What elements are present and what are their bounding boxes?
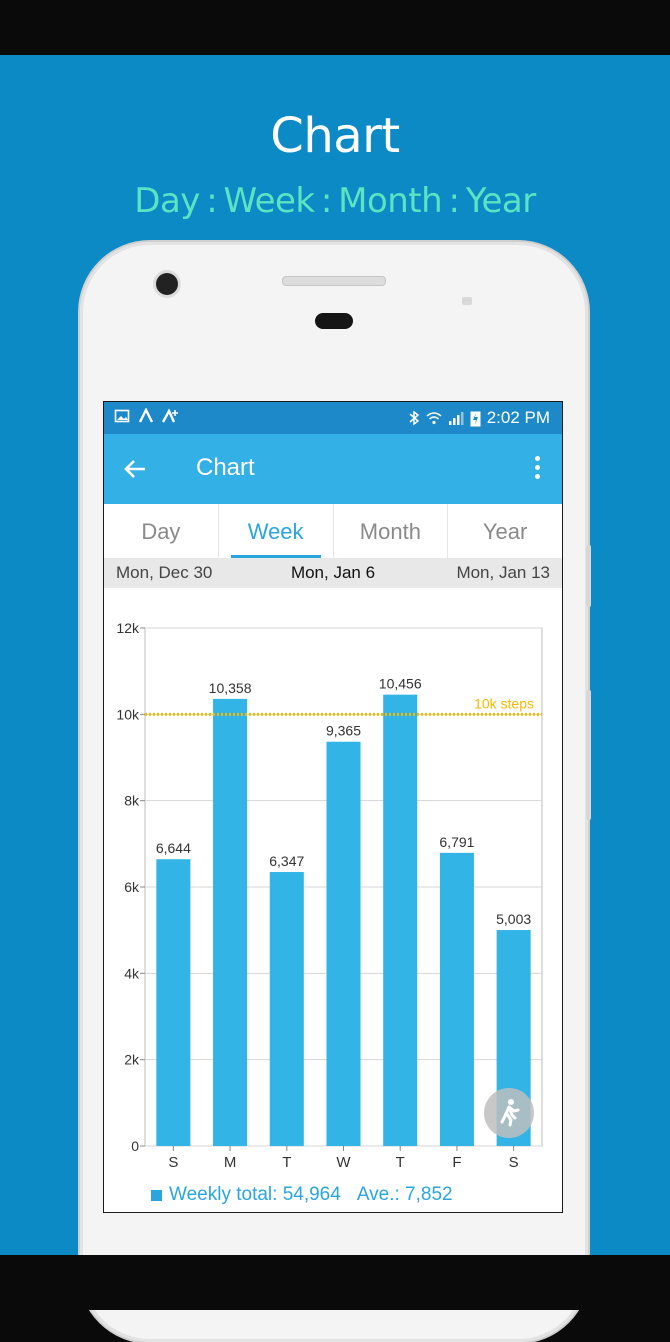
- notification-a-plus-icon: [162, 408, 178, 423]
- earpiece-speaker: [282, 276, 386, 286]
- proximity-sensor: [315, 313, 353, 329]
- app-bar-title: Chart: [196, 454, 255, 481]
- bar-value-label: 5,003: [496, 911, 531, 927]
- walking-person-icon[interactable]: [484, 1088, 534, 1138]
- status-bar: 2:02 PM: [104, 402, 562, 434]
- phone-side-button: [586, 545, 591, 607]
- bar: [213, 698, 248, 1146]
- next-week-link[interactable]: Mon, Jan 13: [456, 563, 550, 583]
- legend-swatch: [151, 1189, 162, 1201]
- y-tick-label: 0: [131, 1138, 139, 1154]
- status-time: 2:02 PM: [486, 408, 550, 427]
- x-tick-label: S: [509, 1154, 519, 1171]
- bar: [383, 694, 418, 1146]
- bar-value-label: 6,347: [269, 853, 304, 869]
- chart-legend: Weekly total: 54,964 Ave.: 7,852: [151, 1184, 453, 1206]
- bar-value-label: 6,791: [439, 834, 474, 850]
- bar: [439, 852, 474, 1146]
- promo-title: Chart: [270, 108, 400, 164]
- bar: [326, 741, 361, 1146]
- notification-a-icon: [138, 408, 154, 423]
- tab-year[interactable]: Year: [448, 504, 562, 558]
- back-arrow-icon[interactable]: [122, 452, 148, 486]
- app-bar: Chart: [104, 434, 562, 504]
- bar: [269, 872, 304, 1146]
- bar: [156, 859, 191, 1146]
- phone-top-button: [462, 297, 472, 305]
- signal-icon: [448, 412, 464, 425]
- y-tick-label: 12k: [116, 620, 140, 636]
- steps-chart: 0 2k 4k 6k 8k 10k 12k 6,644 S 10,358 M 6,347 T 9,365 W…: [104, 588, 562, 1212]
- front-camera-icon: [156, 273, 178, 295]
- wifi-icon: [426, 412, 442, 425]
- x-tick-label: M: [224, 1154, 237, 1171]
- phone-side-button: [586, 690, 591, 820]
- bar-value-label: 10,456: [379, 676, 422, 692]
- weekly-average: Ave.: 7,852: [356, 1184, 453, 1205]
- y-tick-label: 10k: [116, 706, 140, 722]
- bluetooth-icon: [409, 410, 419, 426]
- bottom-bar: [0, 1255, 670, 1310]
- tab-week[interactable]: Week: [219, 504, 334, 558]
- x-tick-label: T: [282, 1154, 291, 1171]
- y-tick-label: 4k: [124, 965, 140, 981]
- gallery-icon: [114, 409, 130, 423]
- tab-month[interactable]: Month: [334, 504, 449, 558]
- phone-screen: 2:02 PM Chart Day Week Month Year Mon, D…: [104, 402, 562, 1212]
- bar-value-label: 10,358: [209, 680, 252, 696]
- battery-charging-icon: [470, 411, 481, 426]
- y-tick-label: 2k: [124, 1052, 140, 1068]
- tab-day[interactable]: Day: [104, 504, 219, 558]
- date-navigation: Mon, Dec 30 Mon, Jan 6 Mon, Jan 13: [104, 558, 562, 588]
- x-tick-label: F: [452, 1154, 461, 1171]
- x-tick-label: S: [168, 1154, 178, 1171]
- overflow-menu-icon[interactable]: [532, 456, 542, 484]
- y-tick-label: 6k: [124, 879, 140, 895]
- period-tabs: Day Week Month Year: [104, 504, 562, 558]
- bar-value-label: 9,365: [326, 723, 361, 739]
- bar-value-label: 6,644: [156, 840, 191, 856]
- goal-line-label: 10k steps: [474, 695, 534, 711]
- y-tick-label: 8k: [124, 793, 140, 809]
- x-tick-label: W: [336, 1154, 351, 1171]
- promo-subtitle: Day : Week : Month : Year: [134, 181, 536, 221]
- weekly-total: Weekly total: 54,964: [169, 1184, 341, 1205]
- x-tick-label: T: [396, 1154, 405, 1171]
